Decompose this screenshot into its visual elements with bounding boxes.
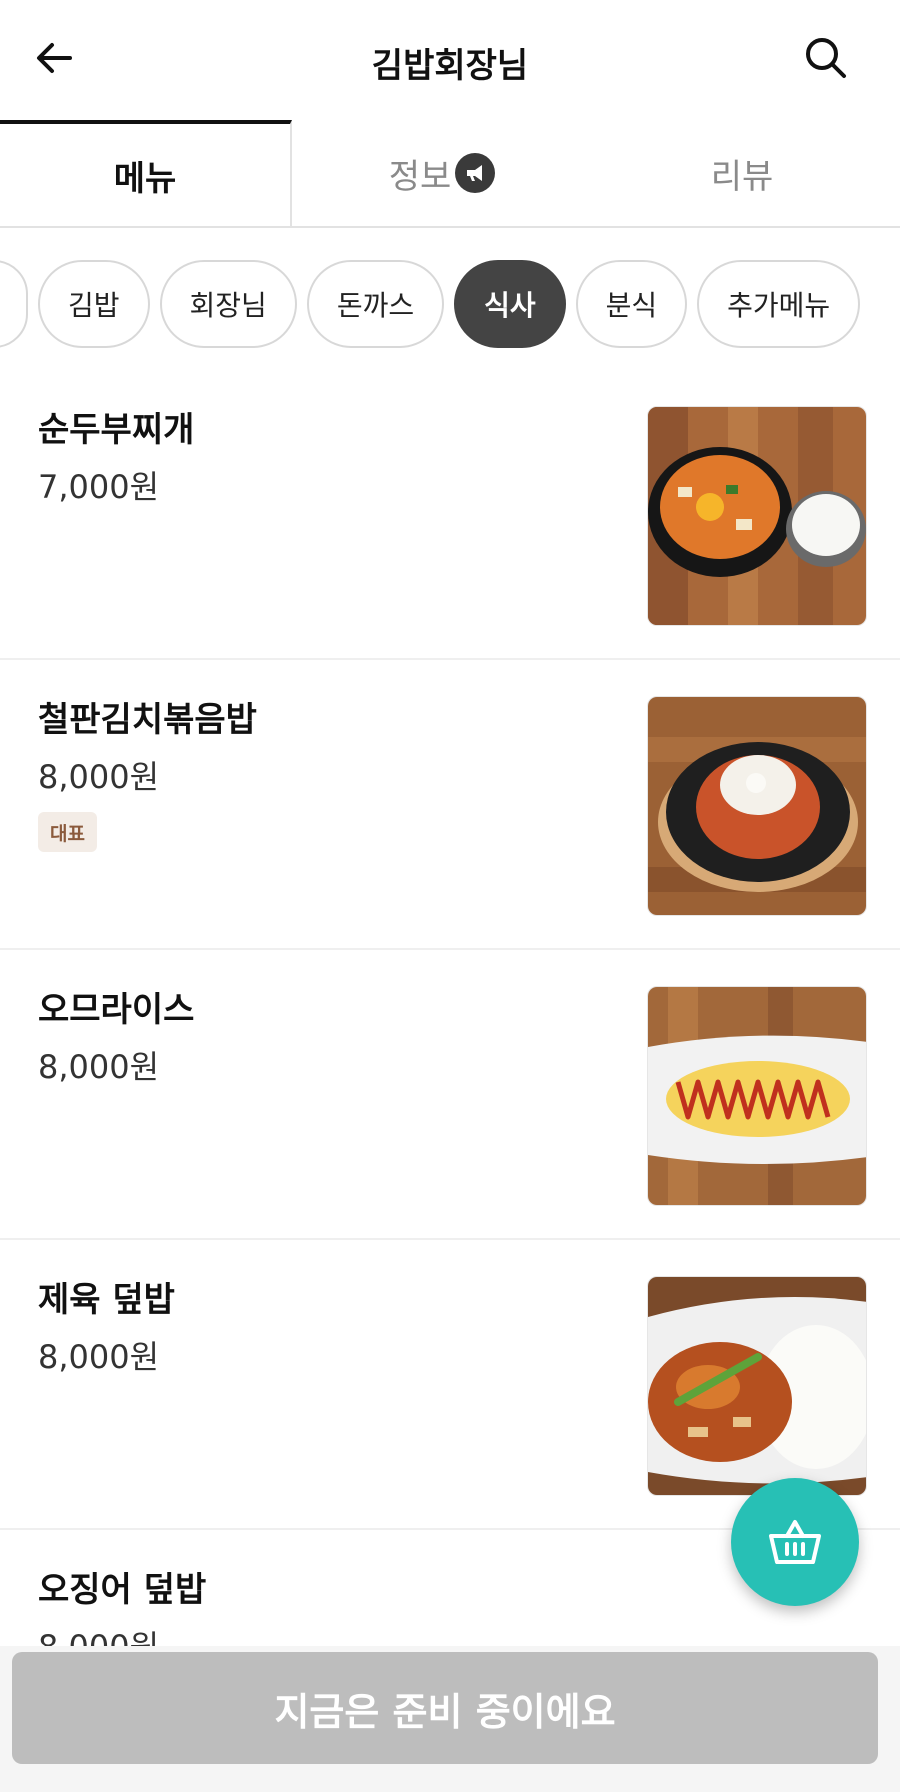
page-title: 김밥회장님 bbox=[371, 46, 529, 86]
basket-icon bbox=[769, 1520, 821, 1564]
tab-menu-label: 메뉴 bbox=[113, 158, 177, 199]
menu-item-name: 오므라이스 bbox=[38, 990, 195, 1030]
category-chip-snack[interactable]: 분식 bbox=[575, 260, 688, 348]
menu-item-photo bbox=[647, 1276, 867, 1496]
category-chip-president[interactable]: 회장님 bbox=[159, 260, 297, 348]
category-chip-label: 회장님 bbox=[189, 289, 267, 322]
tab-info-label: 정보 bbox=[388, 156, 452, 197]
signature-badge: 대표 bbox=[38, 812, 97, 852]
menu-item[interactable]: 철판김치볶음밥 8,000원 대표 bbox=[0, 660, 900, 950]
cart-button[interactable] bbox=[731, 1478, 859, 1606]
menu-item-name: 순두부찌개 bbox=[38, 410, 195, 450]
app-header: 김밥회장님 bbox=[0, 0, 900, 120]
search-button[interactable] bbox=[800, 32, 852, 84]
search-icon bbox=[806, 38, 846, 78]
category-chip-label: 돈까스 bbox=[336, 289, 415, 322]
tab-info[interactable]: 정보 bbox=[292, 120, 592, 226]
menu-item-photo bbox=[647, 986, 867, 1206]
menu-item-price: 8,000원 bbox=[38, 1338, 160, 1376]
category-chip-label: 식사 bbox=[484, 289, 536, 322]
category-chip-label: 분식 bbox=[605, 289, 658, 322]
menu-item[interactable]: 오므라이스 8,000원 bbox=[0, 950, 900, 1240]
store-tabs: 메뉴 정보 리뷰 bbox=[0, 120, 900, 228]
menu-item-name: 오징어 덮밥 bbox=[38, 1570, 207, 1610]
category-chip-meal[interactable]: 식사 bbox=[454, 260, 566, 348]
menu-item-name: 철판김치볶음밥 bbox=[38, 700, 257, 740]
menu-item-photo bbox=[647, 696, 867, 916]
menu-item-price: 8,000원 bbox=[38, 1048, 160, 1086]
category-chip-label: 김밥 bbox=[68, 289, 120, 322]
tab-review[interactable]: 리뷰 bbox=[592, 120, 892, 226]
tab-review-label: 리뷰 bbox=[710, 156, 774, 197]
menu-item-name: 제육 덮밥 bbox=[38, 1280, 175, 1320]
megaphone-icon bbox=[455, 153, 496, 193]
category-chips: 김밥 회장님 돈까스 식사 분식 추가메뉴 bbox=[0, 260, 861, 350]
category-chip-label: 추가메뉴 bbox=[727, 289, 831, 322]
menu-item-price: 7,000원 bbox=[38, 468, 160, 506]
menu-item-photo bbox=[647, 406, 867, 626]
category-chip-gimbap[interactable]: 김밥 bbox=[38, 260, 150, 348]
category-chip-donkatsu[interactable]: 돈까스 bbox=[306, 260, 445, 348]
category-chip-extra[interactable]: 추가메뉴 bbox=[697, 260, 861, 348]
menu-item[interactable]: 순두부찌개 7,000원 bbox=[0, 370, 900, 660]
category-chip-hidden[interactable] bbox=[0, 260, 28, 348]
bottom-bar: 지금은 준비 중이에요 bbox=[0, 1646, 900, 1792]
preparing-button[interactable]: 지금은 준비 중이에요 bbox=[12, 1652, 878, 1764]
menu-item-price: 8,000원 bbox=[38, 758, 160, 796]
tab-menu[interactable]: 메뉴 bbox=[0, 120, 292, 226]
